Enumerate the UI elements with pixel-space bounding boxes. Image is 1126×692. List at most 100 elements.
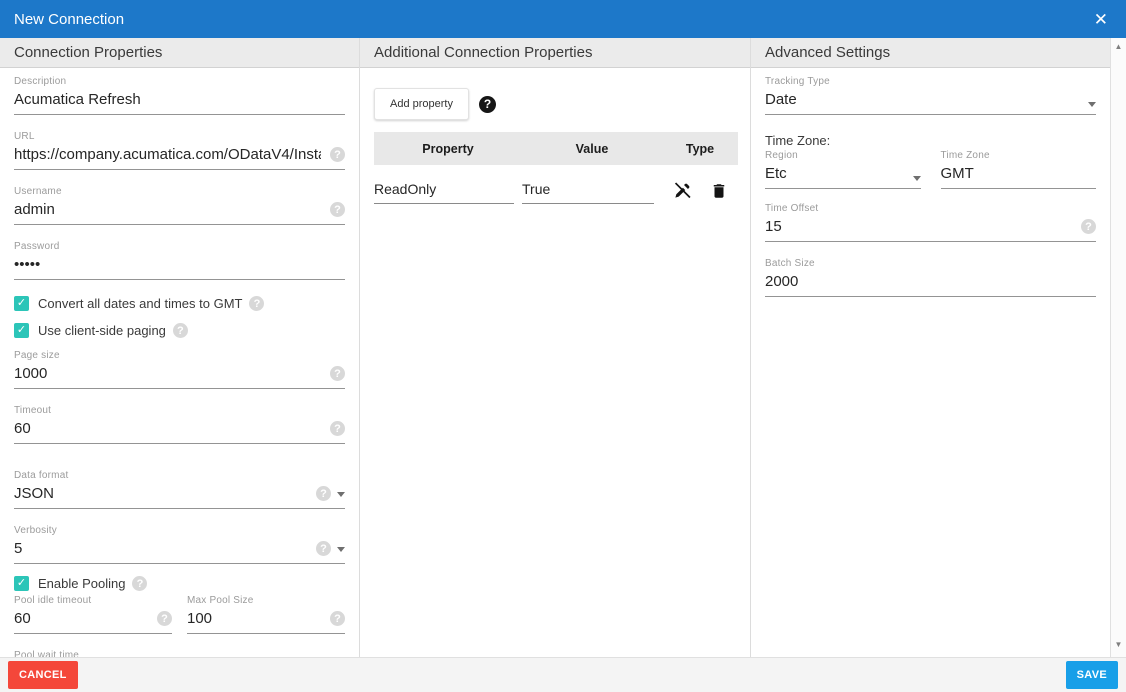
pool-wait-time-label: Pool wait time (14, 650, 345, 657)
password-label: Password (14, 241, 345, 252)
advanced-settings-panel: Advanced Settings Tracking Type Time Zon… (751, 38, 1110, 657)
client-paging-label: Use client-side paging (38, 323, 166, 338)
max-pool-size-input[interactable] (187, 608, 345, 634)
add-property-button[interactable]: Add property (374, 88, 469, 120)
pool-idle-timeout-label: Pool idle timeout (14, 595, 172, 606)
username-field: Username ? (14, 186, 345, 225)
cancel-button[interactable]: CANCEL (8, 661, 78, 689)
url-field: URL ? (14, 131, 345, 170)
scrollbar[interactable]: ▲ ▼ (1110, 38, 1126, 657)
properties-table-header: Property Value Type (374, 132, 738, 165)
url-input[interactable] (14, 144, 345, 170)
scroll-down-icon[interactable]: ▼ (1115, 641, 1123, 649)
convert-gmt-label: Convert all dates and times to GMT (38, 296, 242, 311)
username-help-icon[interactable]: ? (330, 202, 345, 217)
enable-pooling-checkbox[interactable]: ✓ (14, 576, 29, 591)
password-field: Password (14, 241, 345, 280)
batch-size-field: Batch Size (765, 258, 1096, 297)
close-icon[interactable]: ✕ (1090, 9, 1112, 30)
column-header-type: Type (662, 142, 738, 156)
convert-gmt-checkbox-row: ✓ Convert all dates and times to GMT ? (14, 296, 345, 311)
batch-size-input[interactable] (765, 271, 1096, 297)
page-size-input[interactable] (14, 363, 345, 389)
verbosity-select[interactable] (14, 538, 345, 564)
dialog-title: New Connection (14, 11, 124, 28)
max-pool-size-field: Max Pool Size ? (187, 595, 345, 634)
tracking-type-select[interactable] (765, 89, 1096, 115)
table-row (374, 165, 738, 204)
region-dropdown-icon[interactable] (913, 176, 921, 181)
properties-table: Property Value Type (374, 132, 738, 204)
add-property-help-icon[interactable]: ? (479, 96, 496, 113)
convert-gmt-checkbox[interactable]: ✓ (14, 296, 29, 311)
timeout-label: Timeout (14, 405, 345, 416)
client-paging-checkbox-row: ✓ Use client-side paging ? (14, 323, 345, 338)
pool-idle-timeout-input[interactable] (14, 608, 172, 634)
max-pool-size-help-icon[interactable]: ? (330, 611, 345, 626)
timezone-field: Time Zone (941, 150, 1097, 189)
data-format-label: Data format (14, 470, 345, 481)
client-paging-checkbox[interactable]: ✓ (14, 323, 29, 338)
verbosity-dropdown-icon[interactable] (337, 547, 345, 552)
verbosity-label: Verbosity (14, 525, 345, 536)
timezone-group-label: Time Zone: (765, 133, 1096, 148)
data-format-dropdown-icon[interactable] (337, 492, 345, 497)
save-button[interactable]: SAVE (1066, 661, 1118, 689)
enable-pooling-help-icon[interactable]: ? (132, 576, 147, 591)
url-help-icon[interactable]: ? (330, 147, 345, 162)
username-label: Username (14, 186, 345, 197)
advanced-settings-header: Advanced Settings (751, 38, 1110, 68)
password-input[interactable] (14, 254, 345, 280)
delete-icon[interactable] (710, 182, 728, 200)
data-format-select[interactable] (14, 483, 345, 509)
timeout-field: Timeout ? (14, 405, 345, 444)
page-size-label: Page size (14, 350, 345, 361)
description-input[interactable] (14, 89, 345, 115)
region-field: Region (765, 150, 921, 189)
edit-off-icon[interactable] (673, 181, 692, 200)
data-format-field: Data format ? (14, 470, 345, 509)
timezone-label: Time Zone (941, 150, 1097, 161)
verbosity-field: Verbosity ? (14, 525, 345, 564)
time-offset-help-icon[interactable]: ? (1081, 219, 1096, 234)
dialog-footer: CANCEL SAVE (0, 657, 1126, 692)
column-header-property: Property (374, 142, 522, 156)
batch-size-label: Batch Size (765, 258, 1096, 269)
pool-idle-timeout-field: Pool idle timeout ? (14, 595, 172, 634)
tracking-type-field: Tracking Type (765, 76, 1096, 115)
tracking-type-dropdown-icon[interactable] (1088, 102, 1096, 107)
page-size-help-icon[interactable]: ? (330, 366, 345, 381)
connection-properties-panel: Connection Properties Description URL ? … (0, 38, 360, 657)
description-field: Description (14, 76, 345, 115)
timeout-help-icon[interactable]: ? (330, 421, 345, 436)
enable-pooling-checkbox-row: ✓ Enable Pooling ? (14, 576, 345, 591)
pool-wait-time-field: Pool wait time ? (14, 650, 345, 657)
page-size-field: Page size ? (14, 350, 345, 389)
time-offset-input[interactable] (765, 216, 1096, 242)
property-name-input[interactable] (374, 179, 514, 204)
timezone-input[interactable] (941, 163, 1097, 189)
verbosity-help-icon[interactable]: ? (316, 541, 331, 556)
time-offset-field: Time Offset ? (765, 203, 1096, 242)
additional-properties-panel: Additional Connection Properties Add pro… (360, 38, 751, 657)
client-paging-help-icon[interactable]: ? (173, 323, 188, 338)
additional-properties-header: Additional Connection Properties (360, 38, 750, 68)
scroll-up-icon[interactable]: ▲ (1115, 43, 1123, 51)
max-pool-size-label: Max Pool Size (187, 595, 345, 606)
dialog-body: Connection Properties Description URL ? … (0, 38, 1126, 657)
property-value-input[interactable] (522, 179, 654, 204)
enable-pooling-label: Enable Pooling (38, 576, 125, 591)
tracking-type-label: Tracking Type (765, 76, 1096, 87)
convert-gmt-help-icon[interactable]: ? (249, 296, 264, 311)
url-label: URL (14, 131, 345, 142)
region-label: Region (765, 150, 921, 161)
description-label: Description (14, 76, 345, 87)
username-input[interactable] (14, 199, 345, 225)
data-format-help-icon[interactable]: ? (316, 486, 331, 501)
dialog-titlebar: New Connection ✕ (0, 0, 1126, 38)
connection-properties-header: Connection Properties (0, 38, 359, 68)
pool-idle-timeout-help-icon[interactable]: ? (157, 611, 172, 626)
timeout-input[interactable] (14, 418, 345, 444)
column-header-value: Value (522, 142, 662, 156)
region-select[interactable] (765, 163, 921, 189)
